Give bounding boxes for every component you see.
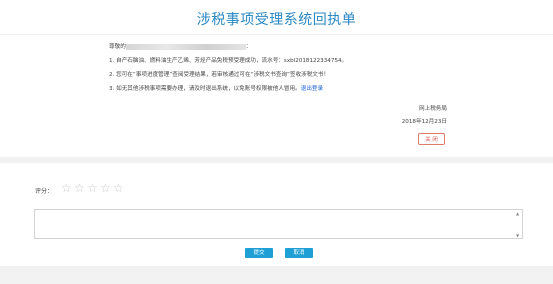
receipt-letter: 尊敬的 ： 1. 自产石脑油、燃料油生产乙烯、芳烃产品免税预受理成功，流水号：sx… bbox=[109, 43, 454, 99]
rating-label: 评分： bbox=[35, 188, 54, 195]
page-title: 涉税事项受理系统回执单 bbox=[196, 12, 357, 28]
rating-panel: 评分： ☆ ☆ ☆ ☆ ☆ ▲ ▼ 提交 取消 bbox=[0, 163, 553, 266]
receipt-line-2: 2. 您可在“事项进度管理”查阅受理结果，若审核通过可在“涉税文书查询”签收涉税… bbox=[109, 72, 330, 78]
logout-link[interactable]: 退出登录 bbox=[301, 86, 323, 92]
submit-button[interactable]: 提交 bbox=[245, 248, 273, 258]
star-icon[interactable]: ☆ bbox=[100, 182, 112, 194]
scroll-up-icon[interactable]: ▲ bbox=[516, 211, 519, 216]
greeting-line: 尊敬的 ： bbox=[109, 43, 454, 57]
star-icon[interactable]: ☆ bbox=[74, 182, 86, 194]
receipt-line-3: 3. 如无其他涉税事项需要办理，请及时退出系统，以免账号权限被他人冒用。退出登录 bbox=[109, 85, 454, 99]
receipt-line-1: 1. 自产石脑油、燃料油生产乙烯、芳烃产品免税预受理成功，流水号：sxbl201… bbox=[109, 58, 348, 64]
scroll-down-icon[interactable]: ▼ bbox=[516, 233, 519, 238]
star-rating: ☆ ☆ ☆ ☆ ☆ bbox=[61, 182, 125, 194]
issuer-name: 网上税务局 bbox=[419, 106, 447, 112]
greeting-prefix: 尊敬的 bbox=[109, 44, 126, 50]
star-icon[interactable]: ☆ bbox=[61, 182, 73, 194]
redacted-name bbox=[125, 43, 246, 50]
comment-input[interactable] bbox=[34, 209, 523, 239]
header: 涉税事项受理系统回执单 bbox=[0, 0, 553, 34]
greeting-suffix: ： bbox=[245, 44, 252, 50]
cancel-button[interactable]: 取消 bbox=[285, 248, 313, 258]
receipt-line-3-text: 3. 如无其他涉税事项需要办理，请及时退出系统，以免账号权限被他人冒用。 bbox=[109, 86, 301, 92]
star-icon[interactable]: ☆ bbox=[113, 182, 125, 194]
receipt-date: 2018年12月23日 bbox=[401, 119, 447, 125]
star-icon[interactable]: ☆ bbox=[87, 182, 99, 194]
close-button[interactable]: 关 闭 bbox=[418, 133, 445, 145]
receipt-panel: 尊敬的 ： 1. 自产石脑油、燃料油生产乙烯、芳烃产品免税预受理成功，流水号：sx… bbox=[0, 35, 553, 157]
